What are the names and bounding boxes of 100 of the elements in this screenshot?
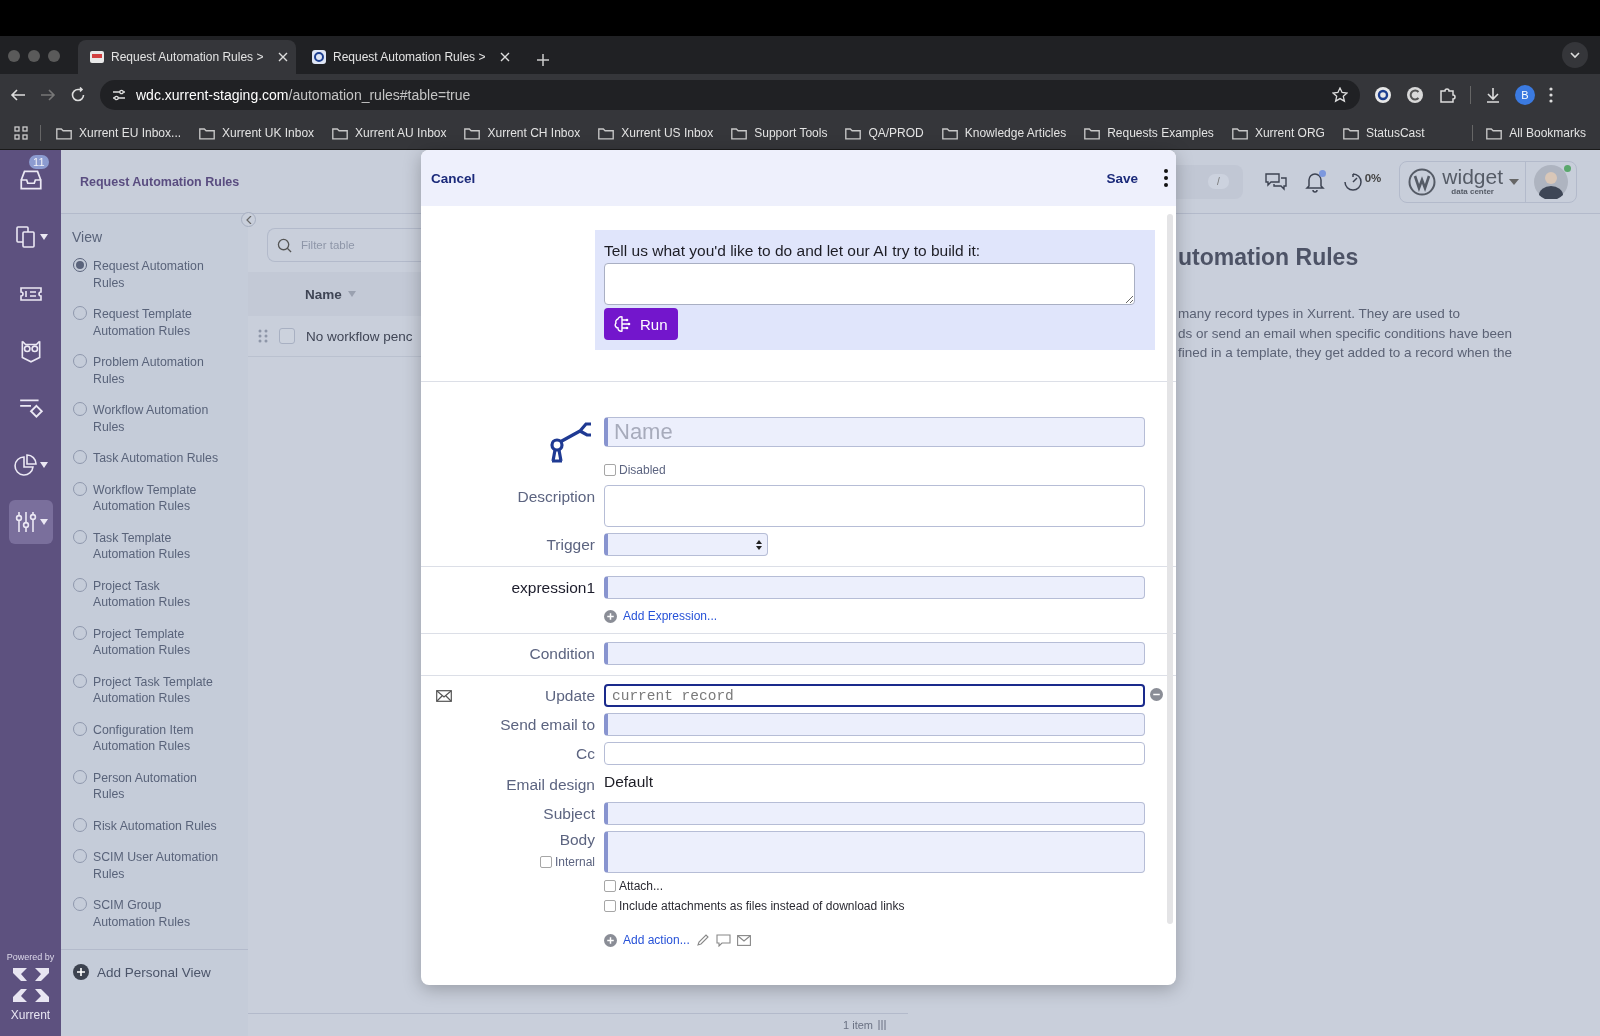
name-field[interactable]: Name (604, 417, 1145, 447)
window-control[interactable] (8, 50, 20, 62)
checkbox[interactable] (539, 856, 552, 868)
add-expression-link[interactable]: Add Expression... (623, 609, 718, 623)
view-option[interactable]: Workflow Automation Rules (61, 402, 248, 435)
puzzle-icon[interactable] (1438, 86, 1456, 104)
bookmark[interactable]: QA/PROD (844, 124, 924, 141)
more-icon[interactable] (1164, 169, 1168, 187)
download-icon[interactable] (1485, 87, 1501, 103)
bookmark[interactable]: Xurrent ORG (1230, 124, 1325, 141)
search-icon (277, 237, 292, 253)
save-button[interactable]: Save (1106, 166, 1138, 190)
avatar-icon[interactable] (1534, 164, 1568, 199)
bookmark[interactable]: Support Tools (730, 124, 828, 141)
view-option[interactable]: SCIM Group Automation Rules (61, 897, 248, 930)
more-icon[interactable] (1549, 87, 1553, 103)
timer-icon[interactable] (1342, 171, 1363, 192)
field-label: Condition (529, 644, 595, 663)
bookmark[interactable]: Knowledge Articles (940, 124, 1067, 141)
view-option[interactable]: Task Template Automation Rules (61, 529, 248, 563)
text-field[interactable] (604, 576, 1145, 599)
collapse-button[interactable] (241, 212, 256, 227)
site-settings-icon[interactable] (112, 88, 126, 102)
account-switcher[interactable]: widget data center (1399, 160, 1577, 203)
checkbox[interactable] (279, 328, 295, 344)
columns-icon[interactable] (878, 1020, 886, 1030)
column-header[interactable]: Name (305, 286, 342, 302)
field-label: Body (559, 831, 595, 849)
bookmark[interactable]: StatusCast (1341, 124, 1425, 141)
mail-icon[interactable] (736, 934, 751, 946)
window-control[interactable] (48, 50, 60, 62)
run-button[interactable]: Run (604, 308, 678, 340)
field-label: Description (517, 487, 595, 506)
pie-chart-icon (13, 453, 38, 477)
bookmark[interactable]: Xurrent AU Inbox (331, 124, 447, 141)
description-field[interactable] (604, 485, 1145, 527)
close-icon[interactable] (278, 52, 288, 62)
nav-item[interactable] (8, 500, 53, 544)
view-option[interactable]: Task Automation Rules (61, 450, 248, 467)
add-action-link[interactable]: Add action... (623, 933, 690, 947)
extension-icon[interactable] (1406, 86, 1424, 104)
pencil-icon[interactable] (695, 933, 710, 947)
bookmark[interactable]: Xurrent US Inbox (597, 124, 714, 141)
browser-tab[interactable]: Request Automation Rules > (78, 40, 296, 74)
view-option[interactable]: Request Automation Rules (61, 258, 248, 291)
checkbox[interactable] (604, 900, 616, 912)
checkbox[interactable] (604, 464, 616, 476)
update-field[interactable]: current record (604, 684, 1145, 707)
view-option[interactable]: Request Template Automation Rules (61, 306, 248, 339)
view-option[interactable]: Problem Automation Rules (61, 354, 248, 387)
bookmark[interactable]: All Bookmarks (1485, 124, 1586, 141)
field-label: Update (545, 686, 595, 705)
view-option[interactable]: Project Task Template Automation Rules (61, 673, 248, 707)
reload-icon[interactable] (70, 87, 86, 103)
ai-input[interactable] (604, 263, 1135, 305)
bookmark[interactable]: Xurrent CH Inbox (463, 124, 581, 141)
view-option[interactable]: Project Task Automation Rules (61, 577, 248, 611)
window-control[interactable] (28, 50, 40, 62)
view-option[interactable]: Person Automation Rules (61, 769, 248, 803)
view-option[interactable]: Configuration Item Automation Rules (61, 721, 248, 755)
view-option[interactable]: Workflow Template Automation Rules (61, 481, 248, 515)
checkbox-label: Attach... (619, 879, 664, 893)
bookmark[interactable]: Xurrent EU Inbox... (55, 124, 182, 141)
inbox-icon (17, 167, 44, 193)
text-field[interactable] (604, 713, 1145, 736)
view-option[interactable]: SCIM User Automation Rules (61, 849, 248, 882)
view-option[interactable]: Project Template Automation Rules (61, 625, 248, 659)
view-option[interactable]: Risk Automation Rules (61, 817, 248, 834)
chat-icon[interactable] (1264, 171, 1287, 192)
field-label: Email design (506, 775, 595, 794)
body-field[interactable] (604, 831, 1145, 873)
profile-button[interactable]: B (1515, 85, 1535, 105)
browser-tab[interactable]: Request Automation Rules > (300, 40, 518, 74)
bookmark[interactable]: Xurrent UK Inbox (198, 124, 315, 141)
field-label: Cc (576, 744, 595, 763)
scrollbar[interactable] (1167, 214, 1173, 924)
checkbox[interactable] (604, 880, 616, 892)
shortcut-key: / (1207, 174, 1229, 189)
trigger-select[interactable] (604, 533, 768, 556)
bell-icon[interactable] (1304, 170, 1325, 193)
address-bar[interactable]: wdc.xurrent-staging.com/automation_rules#table=true (100, 80, 1360, 110)
description-text: many record types in Xurrent. They are used to (1178, 305, 1461, 323)
add-view-button[interactable]: Add Personal View (61, 950, 248, 1036)
text-field[interactable] (604, 742, 1145, 765)
text-field[interactable] (604, 642, 1145, 665)
plus-circle-icon (604, 933, 617, 947)
apps-icon[interactable] (14, 125, 28, 140)
text-field[interactable] (604, 802, 1145, 825)
cancel-button[interactable]: Cancel (431, 166, 476, 190)
remove-icon[interactable] (1150, 688, 1163, 701)
bookmark[interactable]: Requests Examples (1083, 124, 1214, 141)
mail-icon (436, 689, 452, 702)
forward-icon[interactable] (40, 87, 56, 103)
star-icon[interactable] (1332, 87, 1348, 103)
extension-icon[interactable] (1374, 86, 1392, 104)
close-icon[interactable] (500, 52, 510, 62)
comment-icon[interactable] (715, 933, 731, 947)
favicon-icon (90, 51, 104, 63)
tab-menu-icon[interactable] (1562, 42, 1588, 68)
back-icon[interactable] (10, 87, 26, 103)
